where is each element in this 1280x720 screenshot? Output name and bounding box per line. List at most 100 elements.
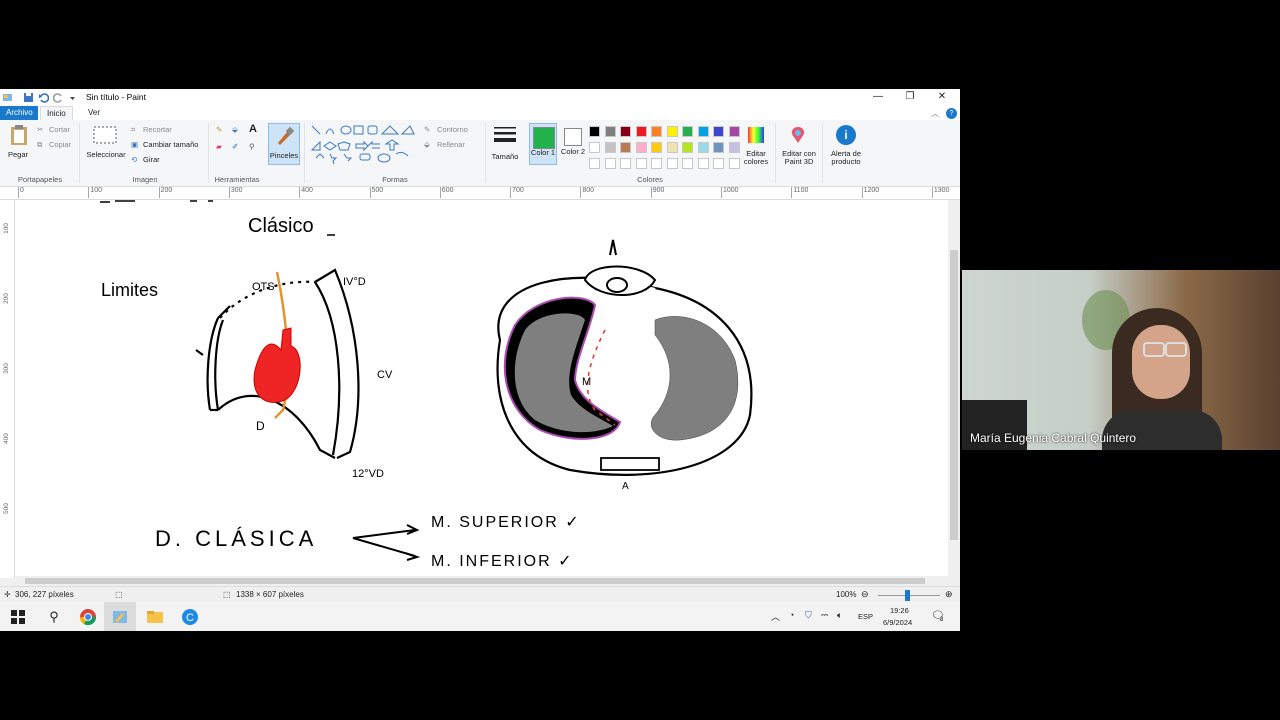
tab-inicio[interactable]: Inicio — [40, 106, 73, 121]
resize-button[interactable]: Cambiar tamaño — [143, 140, 198, 149]
redo-icon[interactable] — [53, 92, 64, 103]
zoom-slider-thumb[interactable] — [905, 590, 910, 601]
paste-icon[interactable] — [9, 124, 29, 146]
clock-date[interactable]: 6/9/2024 — [883, 618, 912, 627]
palette-swatch[interactable] — [666, 126, 678, 137]
palette-swatch[interactable] — [651, 126, 662, 137]
horizontal-scrollbar[interactable] — [15, 576, 948, 586]
help-icon[interactable]: ? — [946, 108, 957, 119]
cut-button[interactable]: Cortar — [49, 125, 70, 134]
outline-button[interactable]: Contorno — [437, 125, 468, 134]
edit-colors-icon[interactable] — [746, 125, 766, 145]
palette-swatch-empty[interactable] — [651, 158, 662, 169]
minimize-button[interactable]: — — [862, 89, 894, 106]
palette-swatch-empty[interactable] — [666, 158, 678, 169]
fill-icon[interactable]: ⬙ — [232, 125, 238, 134]
horizontal-ruler: 0 100 200 300 400 500 600 700 800 900 1000 1100 1200… — [0, 187, 960, 200]
tools-group-label: Herramientas — [214, 175, 260, 184]
file-explorer-icon[interactable] — [145, 607, 165, 627]
paint-taskbar-button[interactable] — [104, 602, 136, 631]
vertical-scroll-thumb[interactable] — [950, 250, 958, 540]
vertical-scrollbar[interactable] — [948, 200, 960, 578]
palette-swatch[interactable] — [728, 126, 740, 137]
ruler-tick: 400 — [2, 433, 10, 444]
palette-swatch[interactable] — [713, 126, 724, 137]
palette-swatch[interactable] — [589, 142, 600, 153]
paste-button[interactable]: Pegar — [4, 150, 32, 159]
palette-swatch-empty[interactable] — [697, 158, 709, 169]
palette-swatch[interactable] — [666, 142, 678, 153]
close-button[interactable]: ✕ — [926, 89, 958, 106]
zoom-in-icon[interactable]: ⊕ — [945, 589, 953, 600]
collapse-ribbon-icon[interactable]: ︿ — [931, 108, 939, 119]
palette-swatch-empty[interactable] — [620, 158, 631, 169]
edit-colors-button[interactable]: Editar colores — [738, 150, 774, 166]
rotate-button[interactable]: Girar — [143, 155, 160, 164]
customize-quick-access-icon[interactable] — [67, 92, 78, 103]
fill-shape-button[interactable]: Rellenar — [437, 140, 465, 149]
power-icon[interactable]: ⎓ — [821, 610, 828, 621]
brushes-button[interactable]: Pinceles — [268, 123, 300, 165]
cv-label: CV — [377, 369, 393, 381]
palette-swatch[interactable] — [589, 126, 600, 137]
palette-swatch[interactable] — [682, 142, 693, 153]
security-icon[interactable]: ⛉ — [805, 610, 812, 621]
info-icon[interactable]: i — [836, 125, 856, 145]
paint3d-icon[interactable] — [788, 125, 808, 145]
product-alert-button[interactable]: Alerta de producto — [823, 150, 869, 166]
palette-swatch[interactable] — [697, 142, 709, 153]
horizontal-scroll-thumb[interactable] — [25, 578, 925, 584]
restore-button[interactable]: ❐ — [894, 89, 926, 106]
size-button[interactable]: Tamaño — [487, 152, 523, 161]
ruler-tick: 500 — [369, 187, 384, 198]
palette-swatch[interactable] — [697, 126, 709, 137]
palette-swatch[interactable] — [682, 126, 693, 137]
ruler-tick: 1000 — [721, 187, 739, 198]
palette-swatch[interactable] — [604, 126, 616, 137]
palette-swatch[interactable] — [651, 142, 662, 153]
iv-d-label: IV°D — [343, 276, 366, 288]
network-icon[interactable]: ◔ — [789, 610, 794, 620]
drawing-svg: Clásico Limites OTS IV°D CV D 12°VD M A … — [100, 200, 753, 570]
palette-swatch[interactable] — [604, 142, 616, 153]
palette-swatch[interactable] — [713, 142, 724, 153]
pencil-icon[interactable]: ✎ — [216, 125, 222, 134]
undo-icon[interactable] — [38, 92, 49, 103]
palette-swatch-empty[interactable] — [635, 158, 647, 169]
volume-icon[interactable]: 🔈︎ — [837, 610, 842, 621]
copy-button[interactable]: Copiar — [49, 140, 71, 149]
palette-swatch-empty[interactable] — [713, 158, 724, 169]
tab-ver[interactable]: Ver — [82, 106, 106, 120]
eraser-icon[interactable]: ▰ — [216, 142, 222, 151]
search-icon[interactable]: ⚲ — [44, 607, 64, 627]
magnifier-icon[interactable]: ⚲ — [249, 142, 255, 151]
zoom-out-icon[interactable]: ⊖ — [861, 589, 869, 600]
color-picker-icon[interactable]: ✐ — [232, 142, 238, 151]
clock-time[interactable]: 19:26 — [890, 606, 909, 615]
windows-start-icon[interactable] — [8, 607, 28, 627]
text-icon[interactable]: A — [249, 123, 257, 135]
palette-swatch-empty[interactable] — [604, 158, 616, 169]
size-icon[interactable] — [493, 125, 517, 145]
palette-swatch-empty[interactable] — [682, 158, 693, 169]
crop-button[interactable]: Recortar — [143, 125, 172, 134]
zoom-level: 100% — [836, 590, 857, 599]
select-button[interactable]: Seleccionar — [83, 150, 129, 159]
palette-swatch[interactable] — [620, 126, 631, 137]
show-hidden-icons[interactable]: ︿ — [771, 610, 780, 623]
drawing-canvas[interactable]: Clásico Limites OTS IV°D CV D 12°VD M A … — [15, 200, 948, 576]
language-indicator[interactable]: ESP — [858, 612, 873, 621]
save-icon[interactable] — [23, 92, 34, 103]
palette-swatch[interactable] — [635, 142, 647, 153]
chrome-icon[interactable] — [78, 607, 98, 627]
tab-archivo[interactable]: Archivo — [0, 106, 38, 120]
paint3d-button[interactable]: Editar con Paint 3D — [777, 150, 821, 166]
select-icon[interactable] — [93, 126, 117, 144]
palette-swatch[interactable] — [620, 142, 631, 153]
app-c-icon[interactable]: C — [180, 607, 200, 627]
color2-button[interactable]: Color 2 — [560, 123, 586, 165]
palette-swatch-empty[interactable] — [589, 158, 600, 169]
color1-button[interactable]: Color 1 — [529, 123, 557, 165]
shapes-gallery[interactable] — [310, 124, 416, 164]
palette-swatch[interactable] — [635, 126, 647, 137]
